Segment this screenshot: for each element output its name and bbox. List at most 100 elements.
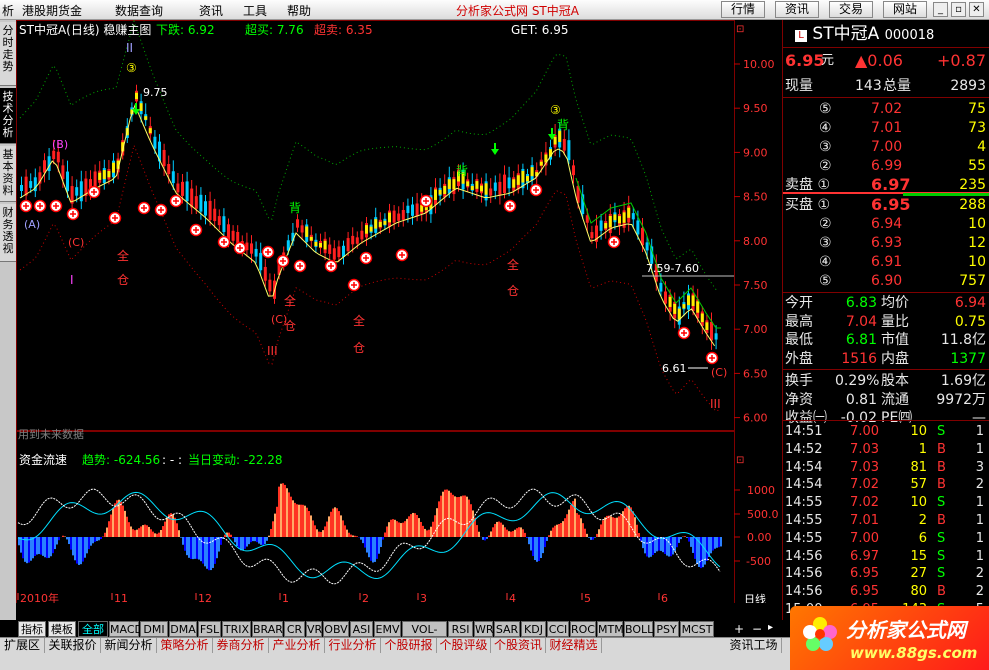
nav-6[interactable]: 行业分析 xyxy=(325,638,381,653)
tick-row[interactable]: 14:52 7.03 1 B 1 xyxy=(783,441,989,459)
x-tick-label: 4 xyxy=(509,592,516,603)
flow-bar xyxy=(688,537,690,542)
indicator-tab-fsl[interactable]: FSL xyxy=(198,621,221,637)
tick-row[interactable]: 14:51 7.00 10 S 1 xyxy=(783,423,989,441)
flow-bar xyxy=(580,518,582,537)
indicator-tab-指标[interactable]: 指标 xyxy=(18,621,46,637)
flow-bar xyxy=(176,523,178,537)
sell-level-row[interactable]: ② 6.99 55 xyxy=(783,157,989,175)
flow-bar xyxy=(248,537,250,545)
sell-level-row[interactable]: ④ 7.01 73 xyxy=(783,119,989,137)
menu-item-data-query[interactable]: 数据查询 xyxy=(115,2,163,19)
flow-bar xyxy=(54,537,56,550)
tick-row[interactable]: 14:56 6.95 80 B 2 xyxy=(783,583,989,601)
indicator-tab-mtm[interactable]: MTM xyxy=(597,621,624,637)
menu-item-analysis[interactable]: 析 xyxy=(2,2,14,19)
candle-highlight xyxy=(516,175,520,185)
restore-icon[interactable]: ▫ xyxy=(951,2,966,17)
period-icon[interactable]: ⊡ xyxy=(736,24,744,35)
indicator-tab-trix[interactable]: TRIX xyxy=(222,621,251,637)
tick-row[interactable]: 14:54 7.02 57 B 2 xyxy=(783,476,989,494)
tab-intraday[interactable]: 分时走势 xyxy=(0,22,16,86)
quote-button[interactable]: 行情 xyxy=(721,1,765,18)
indicator-tab-obv[interactable]: OBV xyxy=(323,621,349,637)
candle-body xyxy=(406,205,410,214)
tab-technical[interactable]: 技术分析 xyxy=(0,88,16,144)
tick-row[interactable]: 14:55 7.01 2 B 1 xyxy=(783,512,989,530)
indicator-settings-icon[interactable]: ⊡ xyxy=(736,455,744,466)
trade-button[interactable]: 交易 xyxy=(829,1,873,18)
close-icon[interactable]: ✕ xyxy=(969,2,984,17)
indicator-tab-vol-tdx[interactable]: VOL-TDX xyxy=(402,621,447,651)
buy-level-row[interactable]: ⑤ 6.90 757 xyxy=(783,272,989,290)
tick-row[interactable]: 14:56 6.95 27 S 2 xyxy=(783,565,989,583)
scroll-right-icon[interactable]: ▸ xyxy=(768,622,773,633)
indicator-tab-brar[interactable]: BRAR xyxy=(252,621,283,637)
menu-item-tools[interactable]: 工具 xyxy=(243,2,267,19)
indicator-tab-emv[interactable]: EMV xyxy=(374,621,401,637)
flow-bar xyxy=(252,537,254,542)
tick-row[interactable]: 14:56 6.97 15 S 1 xyxy=(783,548,989,566)
buy-level: ⑤ xyxy=(819,273,832,289)
flow-bar xyxy=(444,489,446,537)
flow-bar xyxy=(584,528,586,537)
flow-bar xyxy=(472,510,474,537)
indicator-tab-模板[interactable]: 模板 xyxy=(48,621,76,637)
sell-level-row[interactable]: ⑤ 7.02 75 xyxy=(783,100,989,118)
candle-body xyxy=(181,181,184,196)
buy-level-row[interactable]: ② 6.94 10 xyxy=(783,215,989,233)
sell-level-row[interactable]: ③ 7.00 4 xyxy=(783,138,989,156)
indicator-tab-dma[interactable]: DMA xyxy=(169,621,197,637)
indicator-tab-sar[interactable]: SAR xyxy=(494,621,520,637)
nav-5[interactable]: 产业分析 xyxy=(269,638,325,653)
nav-1[interactable]: 关联报价 xyxy=(45,638,101,653)
chart-canvas[interactable]: 10.009.509.008.508.007.507.006.506.00 10… xyxy=(16,19,808,607)
indicator-tab-全部[interactable]: 全部 xyxy=(78,621,108,637)
tick-row[interactable]: 14:54 7.03 81 B 3 xyxy=(783,459,989,477)
indicator-tab-kdj[interactable]: KDJ xyxy=(521,621,546,637)
buy-level-row[interactable]: ④ 6.91 10 xyxy=(783,253,989,271)
indicator-tab-cr[interactable]: CR xyxy=(284,621,305,637)
chart-area[interactable]: 10.00 9.50 9.00 8.50 8.00 7.50 7.00 6.50 6.00 10… xyxy=(16,19,808,607)
minimize-icon[interactable]: _ xyxy=(933,2,948,17)
indicator-tab-rsi[interactable]: RSI xyxy=(448,621,473,637)
nav-0[interactable]: 扩展区 xyxy=(0,638,45,653)
nav-11[interactable]: 资讯工场 xyxy=(726,638,782,653)
menu-item-hk-futures[interactable]: 港股期货金 xyxy=(22,2,82,19)
indicator-tab-macd[interactable]: MACD xyxy=(109,621,143,637)
sell-level-row[interactable]: 卖盘 ① 6.97 235 xyxy=(783,176,989,194)
nav-4[interactable]: 券商分析 xyxy=(213,638,269,653)
indicator-tab-boll[interactable]: BOLL xyxy=(624,621,653,637)
zoom-out-icon[interactable]: − xyxy=(752,622,762,636)
indicator-tab-dmi[interactable]: DMI xyxy=(140,621,168,637)
website-button[interactable]: 网站 xyxy=(883,1,927,18)
tick-row[interactable]: 14:55 7.00 6 S 1 xyxy=(783,530,989,548)
zoom-in-icon[interactable]: + xyxy=(734,622,744,636)
indicator-tab-roc[interactable]: ROC xyxy=(570,621,596,637)
flow-bar xyxy=(380,537,382,548)
indicator-tab-asi[interactable]: ASI xyxy=(350,621,373,637)
tab-fundamentals[interactable]: 基本资料 xyxy=(0,146,16,202)
menu-item-help[interactable]: 帮助 xyxy=(287,2,311,19)
indicator-tab-psy[interactable]: PSY xyxy=(654,621,679,637)
tab-financials[interactable]: 财务透视 xyxy=(0,204,16,262)
nav-8[interactable]: 个股评级 xyxy=(437,638,491,653)
nav-7[interactable]: 个股研报 xyxy=(381,638,437,653)
flow-bar xyxy=(82,537,84,562)
buy-level-row[interactable]: ③ 6.93 12 xyxy=(783,234,989,252)
indicator-tab-mcst[interactable]: MCST xyxy=(680,621,714,637)
indicator-tab-vr[interactable]: VR xyxy=(306,621,322,637)
buy-level-row[interactable]: 买盘 ① 6.95 288 xyxy=(783,196,989,214)
nav-2[interactable]: 新闻分析 xyxy=(101,638,157,653)
indicator-tab-cci[interactable]: CCI xyxy=(547,621,569,637)
tick-side: B xyxy=(937,459,946,475)
news-button[interactable]: 资讯 xyxy=(775,1,819,18)
tick-row[interactable]: 14:55 7.02 10 S 1 xyxy=(783,494,989,512)
nav-10[interactable]: 财经精选 xyxy=(546,638,602,653)
menu-item-news[interactable]: 资讯 xyxy=(199,2,223,19)
ind-tick-label: 1000 xyxy=(747,484,775,497)
nav-3[interactable]: 策略分析 xyxy=(157,638,213,653)
indicator-tab-wr[interactable]: WR xyxy=(474,621,494,637)
candle-body xyxy=(263,266,267,281)
nav-9[interactable]: 个股资讯 xyxy=(491,638,546,653)
